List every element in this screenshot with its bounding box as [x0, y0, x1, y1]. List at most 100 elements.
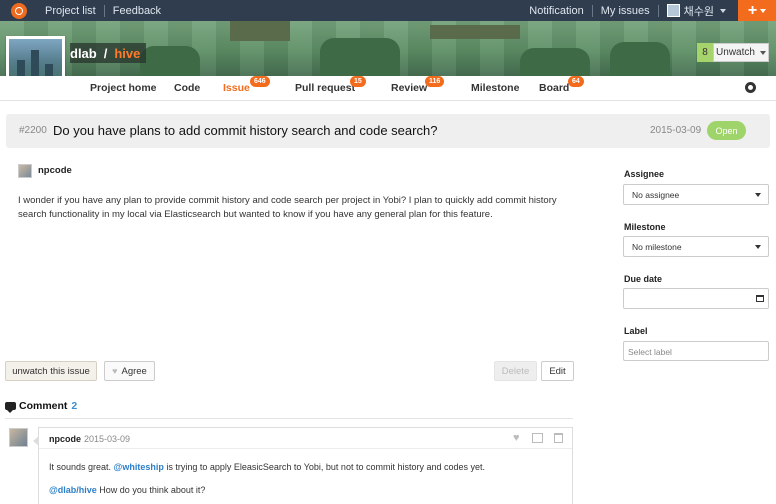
nav-my-issues[interactable]: My issues — [601, 5, 650, 17]
pull-request-count-badge: 15 — [350, 76, 366, 87]
delete-button[interactable]: Delete — [494, 361, 537, 381]
comment-author[interactable]: npcode — [49, 434, 81, 444]
user-mention-link[interactable]: @whiteship — [114, 462, 164, 472]
watch-control: 8 Unwatch — [697, 43, 769, 62]
delete-label: Delete — [501, 365, 530, 377]
comment-text: It sounds great. — [49, 462, 114, 472]
banner-decoration — [430, 25, 520, 39]
nav-notification[interactable]: Notification — [529, 5, 583, 17]
banner-decoration — [610, 42, 670, 76]
project-title: dlab / hive — [70, 43, 147, 63]
comment-text-line: It sounds great. @whiteship is trying to… — [49, 462, 485, 472]
milestone-select[interactable]: No milestone — [623, 236, 769, 257]
nav-project-list[interactable]: Project list — [45, 5, 96, 17]
unwatch-button[interactable]: Unwatch — [713, 43, 769, 62]
label-label: Label — [624, 326, 648, 336]
issue-title: Do you have plans to add commit history … — [53, 123, 438, 138]
heart-icon: ♥ — [112, 366, 118, 376]
board-count-badge: 64 — [568, 76, 584, 87]
agree-label: Agree — [121, 365, 147, 377]
nav-feedback[interactable]: Feedback — [113, 5, 161, 17]
unwatch-issue-button[interactable]: unwatch this issue — [5, 361, 97, 381]
calendar-icon[interactable] — [756, 295, 764, 302]
comment-text-line: @dlab/hive How do you think about it? — [49, 485, 205, 495]
comment-author-avatar[interactable] — [9, 428, 28, 447]
chevron-down-icon — [755, 245, 761, 249]
label-placeholder: Select label — [628, 347, 672, 357]
issue-count-badge: 646 — [250, 76, 270, 87]
tab-label: Issue — [223, 82, 250, 94]
trash-icon[interactable] — [554, 433, 563, 443]
label-select[interactable]: Select label — [623, 341, 769, 361]
tab-board[interactable]: Board 64 — [539, 76, 584, 94]
tab-issue[interactable]: Issue 646 — [223, 76, 270, 94]
banner-decoration — [320, 38, 400, 76]
edit-label: Edit — [549, 365, 566, 377]
unwatch-label: Unwatch — [716, 47, 755, 58]
user-avatar[interactable] — [666, 4, 680, 17]
banner-decoration — [520, 48, 590, 76]
assignee-value: No assignee — [632, 190, 680, 200]
tab-pull-request[interactable]: Pull request 15 — [295, 76, 366, 94]
banner-decoration — [230, 21, 290, 41]
tab-label: Pull request — [295, 82, 356, 94]
new-item-button[interactable]: + — [738, 0, 776, 21]
issue-state-badge[interactable]: Open — [707, 121, 746, 140]
project-owner-link[interactable]: dlab — [70, 46, 97, 61]
comment-card: npcode 2015-03-09 ♥ It sounds great. @wh… — [33, 427, 573, 504]
nav-divider — [103, 4, 105, 17]
issue-date: 2015-03-09 — [650, 125, 702, 136]
heart-icon[interactable]: ♥ — [513, 432, 520, 444]
milestone-value: No milestone — [632, 242, 682, 252]
issue-body: I wonder if you have any plan to provide… — [18, 195, 557, 220]
comment-section-heading: Comment 2 — [5, 400, 78, 413]
project-mention-link[interactable]: @dlab/hive — [49, 485, 97, 495]
agree-button[interactable]: ♥ Agree — [104, 361, 155, 381]
tab-review[interactable]: Review 116 — [391, 76, 445, 94]
due-date-label: Due date — [624, 274, 663, 284]
tab-label: Code — [174, 82, 201, 94]
tab-label: Project home — [90, 82, 157, 94]
tab-project-home[interactable]: Project home — [90, 82, 157, 94]
user-menu[interactable]: 채수원 — [684, 3, 714, 19]
divider — [5, 418, 573, 419]
assignee-select[interactable]: No assignee — [623, 184, 769, 205]
comment-count: 2 — [71, 400, 78, 412]
project-tabs: Project home Code Issue 646 Pull request 1… — [0, 76, 776, 101]
comment-text: How do you think about it? — [96, 485, 206, 495]
comment-header: npcode 2015-03-09 ♥ — [39, 428, 572, 449]
chevron-down-icon[interactable] — [720, 8, 726, 13]
chevron-down-icon — [760, 8, 767, 13]
tab-code[interactable]: Code — [174, 82, 200, 94]
chevron-down-icon — [759, 50, 766, 55]
edit-button[interactable]: Edit — [541, 361, 574, 381]
top-navbar: Project list Feedback Notification My is… — [0, 0, 776, 21]
plus-icon: + — [747, 1, 758, 19]
tab-milestone[interactable]: Milestone — [471, 82, 519, 94]
chevron-down-icon — [755, 193, 761, 197]
edit-icon[interactable] — [532, 433, 543, 443]
unwatch-issue-label: unwatch this issue — [12, 365, 90, 377]
issue-header: #2200 Do you have plans to add commit hi… — [6, 114, 770, 148]
tab-label: Milestone — [471, 82, 520, 94]
watch-count: 8 — [697, 43, 713, 62]
milestone-label: Milestone — [624, 222, 666, 232]
author-avatar[interactable] — [18, 164, 32, 178]
nav-divider — [657, 4, 659, 17]
project-name-link[interactable]: hive — [114, 46, 140, 61]
issue-number: #2200 — [19, 125, 47, 136]
comment-date: 2015-03-09 — [84, 434, 131, 444]
project-separator: / — [103, 45, 108, 61]
yobi-logo-icon[interactable] — [11, 2, 27, 19]
issue-author[interactable]: npcode — [38, 165, 72, 176]
review-count-badge: 116 — [425, 76, 445, 87]
tab-label: Board — [539, 82, 570, 94]
comment-text: is trying to apply EleasicSearch to Yobi… — [163, 462, 485, 472]
comment-icon — [5, 402, 16, 413]
tab-label: Review — [391, 82, 428, 94]
settings-gear-icon[interactable] — [745, 82, 756, 93]
comment-heading-label: Comment — [19, 400, 68, 412]
banner-decoration — [140, 46, 200, 76]
nav-divider — [591, 4, 593, 17]
due-date-input[interactable] — [623, 288, 769, 309]
